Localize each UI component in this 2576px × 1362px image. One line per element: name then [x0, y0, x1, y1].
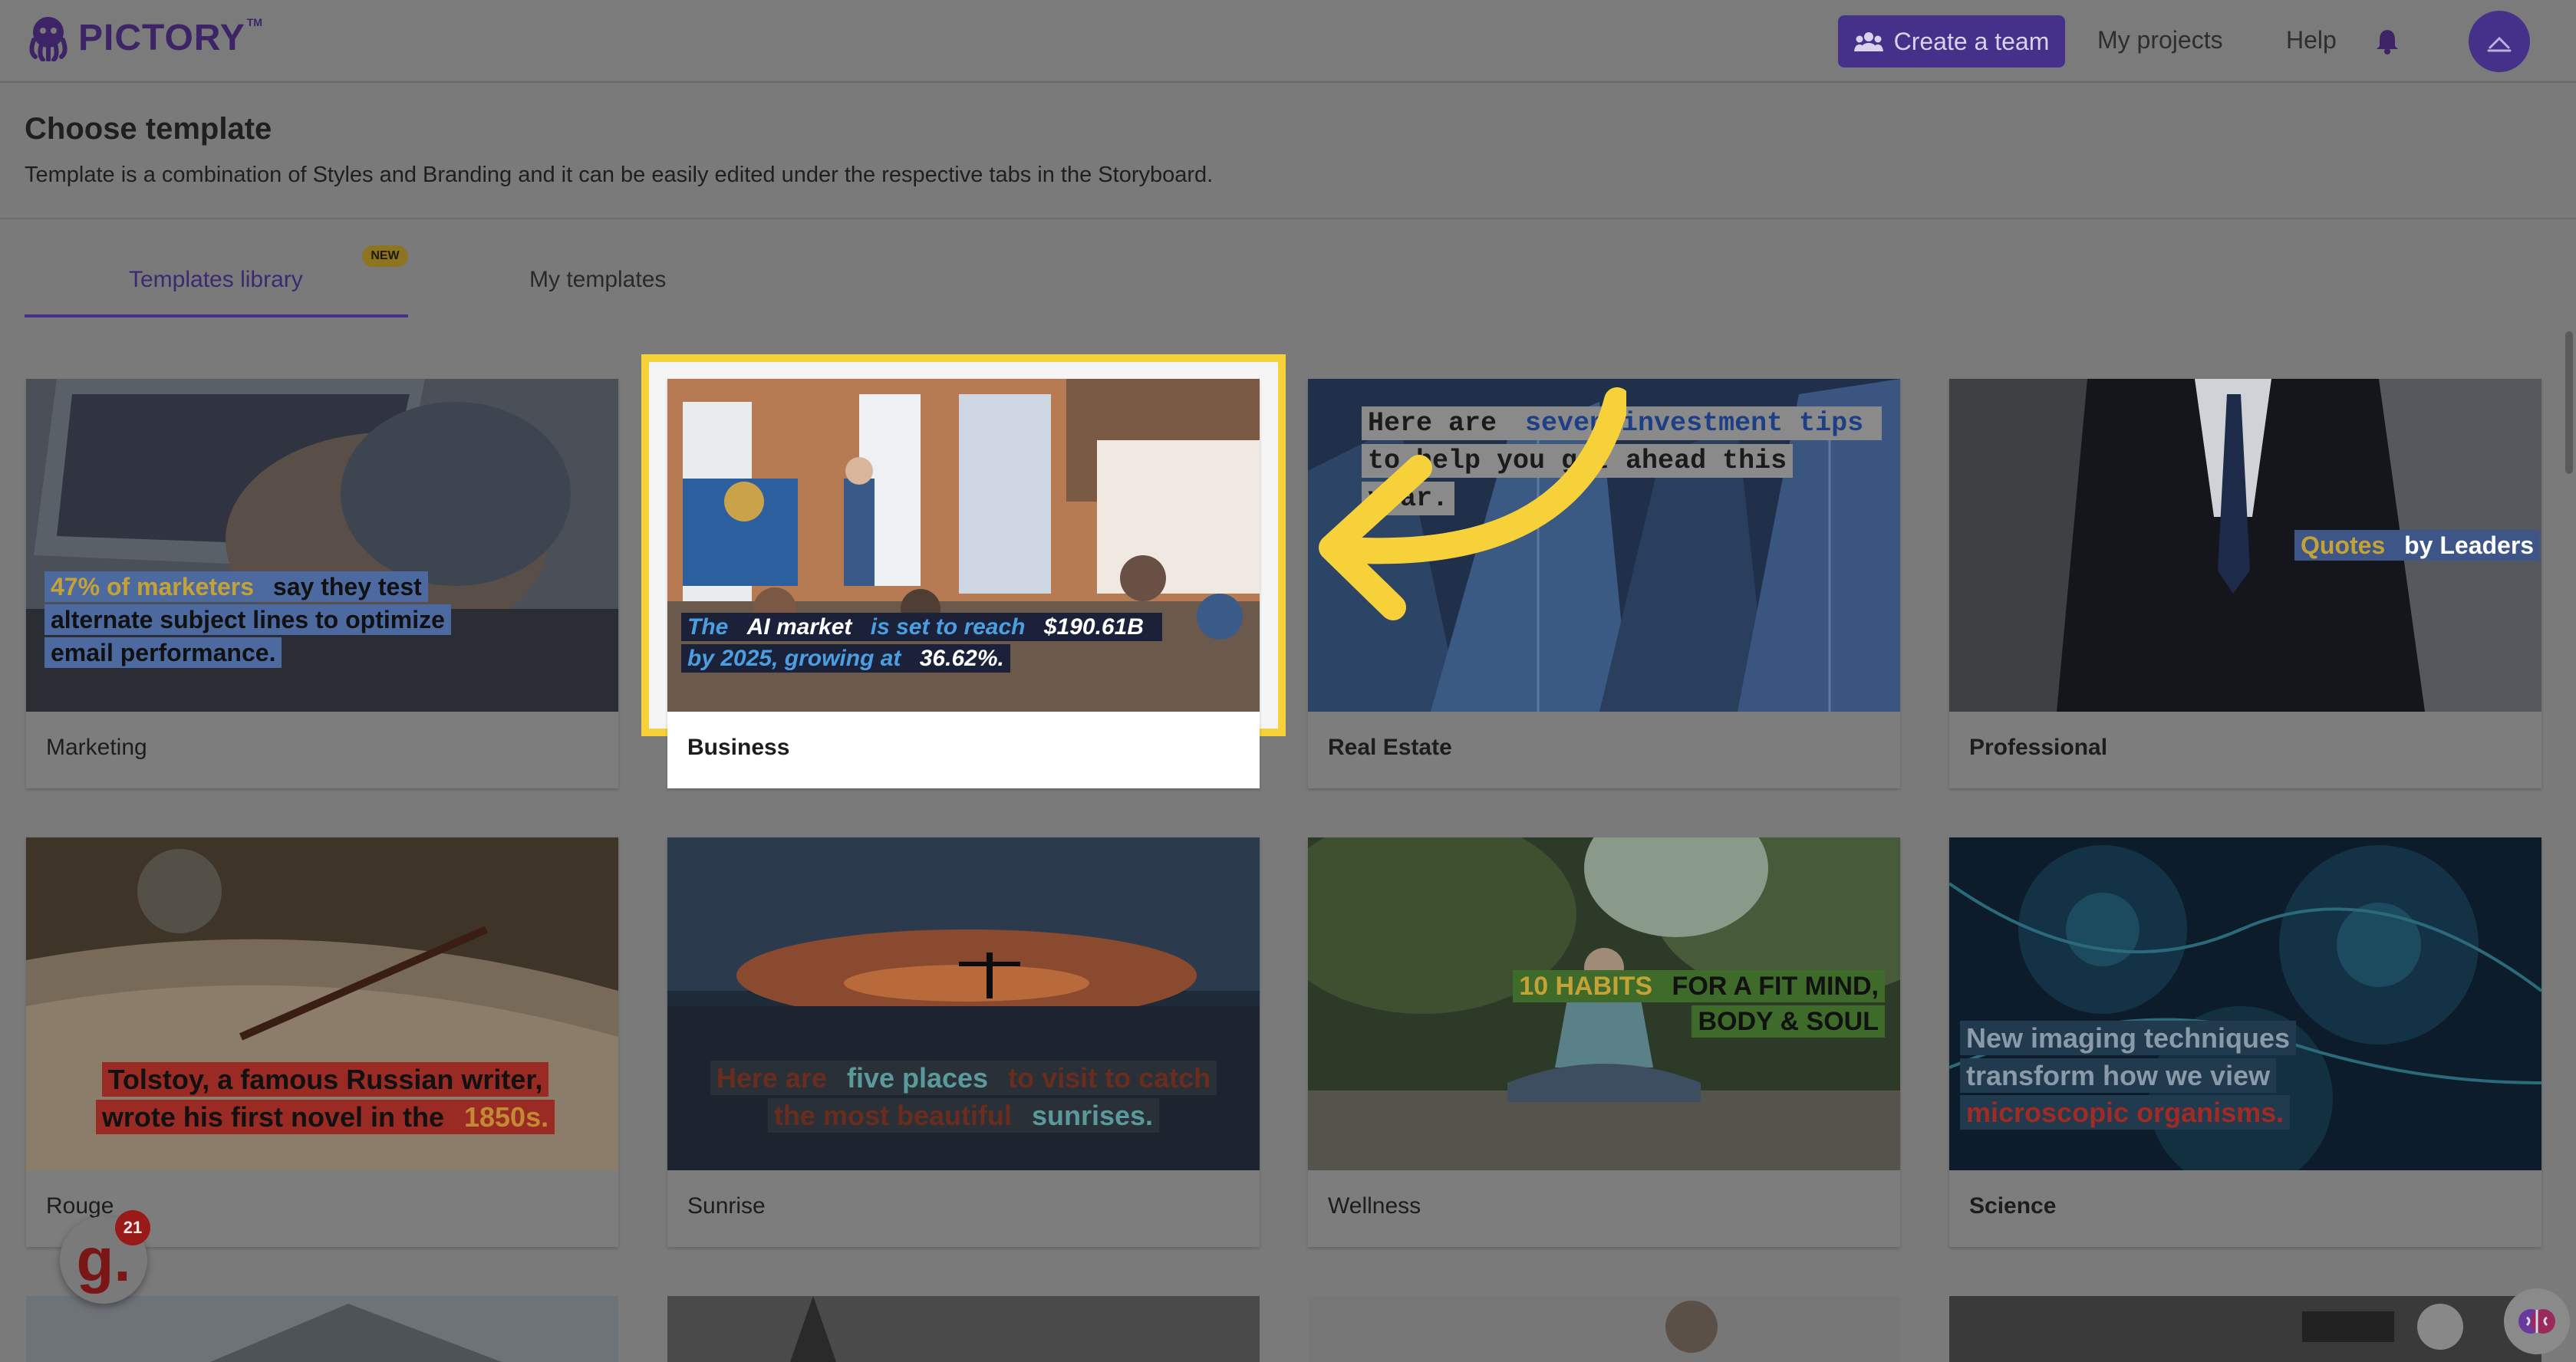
- avatar-glyph: [2487, 36, 2512, 52]
- template-label-real-estate: Real Estate: [1328, 735, 1452, 760]
- page-scrollbar[interactable]: [2565, 331, 2573, 474]
- template-card-business[interactable]: The AI market is set to reach $190.61B b…: [667, 379, 1260, 788]
- annotation-arrow-icon: [1319, 387, 1626, 620]
- template-thumbnail-science: New imaging techniques transform how we …: [1949, 837, 2541, 1170]
- template-thumbnail-wellness: 10 HABITS FOR A FIT MIND, BODY & SOUL: [1308, 837, 1900, 1170]
- template-thumbnail-business: The AI market is set to reach $190.61B b…: [667, 379, 1260, 712]
- header-divider: [0, 218, 2576, 219]
- template-label-sunrise: Sunrise: [687, 1193, 766, 1219]
- template-thumbnail-rouge: Tolstoy, a famous Russian writer, wrote …: [26, 837, 618, 1170]
- logo-text: PICTORY: [78, 17, 245, 58]
- brain-glyph: [2518, 1309, 2555, 1334]
- brain-icon[interactable]: [2504, 1288, 2570, 1354]
- octopus-logo-icon: [29, 17, 68, 61]
- overlay-text-marketing: 47% of marketers say they test alternate…: [44, 571, 474, 670]
- template-card-science[interactable]: New imaging techniques transform how we …: [1949, 837, 2541, 1247]
- overlay-text-science: New imaging techniques transform how we …: [1960, 1020, 2390, 1132]
- overlay-text-rouge: Tolstoy, a famous Russian writer, wrote …: [72, 1061, 578, 1136]
- template-thumbnail-marketing: 47% of marketers say they test alternate…: [26, 379, 618, 712]
- pictory-logo[interactable]: PICTORY TM: [25, 14, 262, 61]
- template-thumbnail-sunrise: Here are five places to visit to catch t…: [667, 837, 1260, 1170]
- overlay-text-professional: Quotes by Leaders: [2294, 529, 2541, 562]
- template-label-business: Business: [687, 735, 790, 760]
- create-team-label: Create a team: [1893, 27, 2050, 55]
- create-team-button[interactable]: Create a team: [1838, 15, 2065, 67]
- tab-my-templates[interactable]: My templates: [529, 267, 666, 293]
- template-thumbnail-professional: Quotes by Leaders: [1949, 379, 2541, 712]
- my-projects-link[interactable]: My projects: [2097, 26, 2223, 54]
- page-title: Choose template: [25, 112, 272, 146]
- grammarly-count-badge: 21: [115, 1210, 150, 1245]
- template-label-rouge: Rouge: [46, 1193, 114, 1219]
- overlay-text-sunrise: Here are five places to visit to catch t…: [690, 1060, 1237, 1134]
- top-header: PICTORY TM Create a team My projects Hel…: [0, 0, 2576, 83]
- help-link[interactable]: Help: [2286, 26, 2337, 54]
- template-card-sunrise[interactable]: Here are five places to visit to catch t…: [667, 837, 1260, 1247]
- overlay-text-wellness: 10 HABITS FOR A FIT MIND, BODY & SOUL: [1509, 969, 1885, 1040]
- template-card-marketing[interactable]: 47% of marketers say they test alternate…: [26, 379, 618, 788]
- active-tab-indicator: [25, 314, 408, 317]
- template-card-rouge[interactable]: Tolstoy, a famous Russian writer, wrote …: [26, 837, 618, 1247]
- template-label-marketing: Marketing: [46, 735, 147, 760]
- avatar-icon[interactable]: [2469, 11, 2530, 72]
- template-card-wellness[interactable]: 10 HABITS FOR A FIT MIND, BODY & SOUL Wel…: [1308, 837, 1900, 1247]
- template-card-peek-2[interactable]: [667, 1296, 1260, 1362]
- template-card-peek-3[interactable]: [1308, 1296, 1900, 1362]
- template-label-professional: Professional: [1969, 735, 2108, 760]
- template-card-professional[interactable]: Quotes by Leaders Professional: [1949, 379, 2541, 788]
- template-card-peek-1[interactable]: [26, 1296, 618, 1362]
- team-icon: [1853, 32, 1883, 51]
- template-label-science: Science: [1969, 1193, 2057, 1219]
- logo-trademark: TM: [246, 16, 262, 28]
- new-badge: NEW: [362, 245, 408, 267]
- bell-icon[interactable]: [2373, 28, 2401, 55]
- template-card-peek-4[interactable]: [1949, 1296, 2541, 1362]
- template-label-wellness: Wellness: [1328, 1193, 1421, 1219]
- tab-templates-library[interactable]: Templates library: [129, 267, 303, 293]
- overlay-text-business: The AI market is set to reach $190.61B b…: [681, 612, 1172, 674]
- page-subtitle: Template is a combination of Styles and …: [25, 163, 1214, 187]
